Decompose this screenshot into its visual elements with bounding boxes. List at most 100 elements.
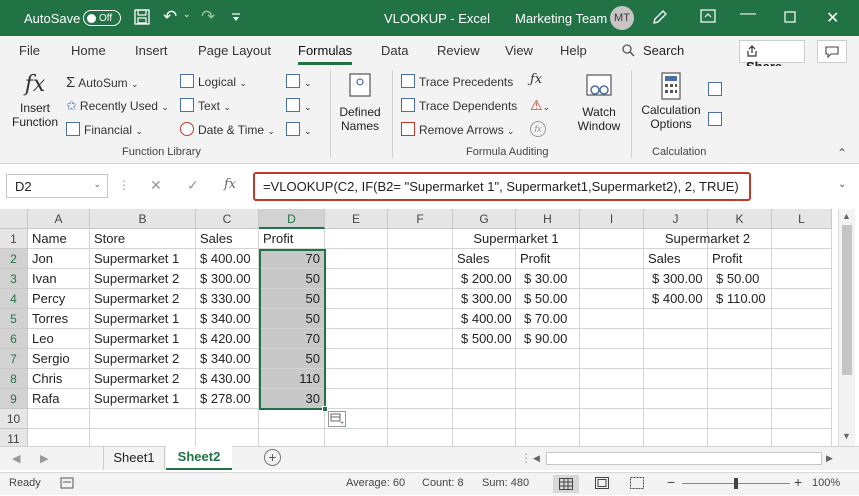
tab-sheet2[interactable]: Sheet2 [166,446,232,470]
add-sheet-icon[interactable]: + [264,449,281,466]
row-header-5[interactable]: 5 [0,309,28,329]
lookup-table-cell[interactable]: $ 300.00 [453,289,516,309]
cell[interactable] [388,229,453,249]
table-header[interactable]: Store [90,229,196,249]
cell[interactable] [388,329,453,349]
scroll-right-icon[interactable]: ▶ [40,452,48,465]
cell[interactable] [772,309,832,329]
trace-dependents-button[interactable]: Trace Dependents [401,98,517,113]
cell[interactable] [453,389,516,409]
maximize-icon[interactable] [784,10,796,27]
search-box[interactable]: Search [622,43,684,58]
cell[interactable] [388,249,453,269]
cell[interactable] [325,389,388,409]
column-header-i[interactable]: I [580,209,644,229]
row-header-8[interactable]: 8 [0,369,28,389]
accessibility-icon[interactable] [60,476,74,493]
pen-icon[interactable] [651,8,669,30]
lookup-table-title[interactable]: Supermarket 2 [644,229,772,249]
lookup-table-cell[interactable]: $ 300.00 [644,269,708,289]
lookup-table-cell[interactable]: $ 200.00 [453,269,516,289]
table-cell[interactable]: 50 [259,349,325,369]
insert-function-icon[interactable]: fx [224,177,236,192]
table-cell[interactable]: Supermarket 2 [90,349,196,369]
tab-insert[interactable]: Insert [135,43,168,58]
evaluate-formula-icon[interactable]: fx [530,121,546,137]
cell[interactable] [259,409,325,429]
table-cell[interactable]: $ 278.00 [196,389,259,409]
table-cell[interactable]: 50 [259,269,325,289]
table-cell[interactable]: Supermarket 1 [90,309,196,329]
cell[interactable] [644,409,708,429]
avatar[interactable]: MT [610,6,634,30]
formula-input[interactable]: =VLOOKUP(C2, IF(B2= "Supermarket 1", Sup… [253,172,751,201]
lookup-table-cell[interactable]: $ 110.00 [708,289,772,309]
scroll-left-icon[interactable]: ◀ [12,452,20,465]
remove-arrows-button[interactable]: Remove Arrows ⌄ [401,122,515,137]
column-header-e[interactable]: E [325,209,388,229]
cell[interactable] [388,309,453,329]
column-header-k[interactable]: K [708,209,772,229]
text-button[interactable]: Text ⌄ [180,98,231,113]
lookup-table-cell[interactable]: $ 30.00 [516,269,580,289]
scroll-up-icon[interactable]: ▲ [842,211,851,221]
cell[interactable] [325,269,388,289]
cell[interactable] [772,389,832,409]
row-header-3[interactable]: 3 [0,269,28,289]
zoom-slider-handle[interactable] [734,478,738,489]
table-header[interactable]: Sales [196,229,259,249]
table-cell[interactable]: Ivan [28,269,90,289]
logical-button[interactable]: Logical ⌄ [180,74,247,89]
cell[interactable] [772,369,832,389]
table-cell[interactable]: 110 [259,369,325,389]
autosave-toggle[interactable]: Off [83,10,121,26]
zoom-out-icon[interactable]: − [667,474,675,490]
lookup-table-header[interactable]: Profit [708,249,772,269]
cell[interactable] [580,229,644,249]
column-header-b[interactable]: B [90,209,196,229]
cell[interactable] [580,369,644,389]
cell[interactable] [644,349,708,369]
table-cell[interactable]: Supermarket 1 [90,389,196,409]
cell[interactable] [196,409,259,429]
autosum-button[interactable]: Σ AutoSum ⌄ [66,74,139,91]
cell[interactable] [516,389,580,409]
save-icon[interactable] [134,9,150,29]
tab-view[interactable]: View [505,43,533,58]
tab-review[interactable]: Review [437,43,480,58]
row-header-10[interactable]: 10 [0,409,28,429]
select-all-corner[interactable] [0,209,28,229]
minimize-icon[interactable]: — [740,5,756,23]
cell[interactable] [580,269,644,289]
row-header-6[interactable]: 6 [0,329,28,349]
tab-sheet1[interactable]: Sheet1 [103,447,165,470]
table-cell[interactable]: Supermarket 1 [90,329,196,349]
table-cell[interactable]: $ 340.00 [196,349,259,369]
table-cell[interactable]: Supermarket 2 [90,369,196,389]
table-cell[interactable]: Supermarket 1 [90,249,196,269]
customize-qat-icon[interactable] [230,11,242,28]
tab-split-icon[interactable]: ⋮ [520,451,532,465]
cell[interactable] [644,329,708,349]
cell[interactable] [325,309,388,329]
cell[interactable] [772,349,832,369]
insert-function-button[interactable]: fx Insert Function [10,72,60,129]
show-formulas-icon[interactable]: ƒx [530,72,542,87]
collapse-ribbon-icon[interactable]: ⌃ [837,146,847,160]
share-button[interactable]: Share [739,40,805,74]
tab-home[interactable]: Home [71,43,106,58]
comments-button[interactable] [817,40,847,63]
row-header-7[interactable]: 7 [0,349,28,369]
column-header-l[interactable]: L [772,209,832,229]
cell[interactable] [453,369,516,389]
cell[interactable] [325,329,388,349]
cell[interactable] [325,369,388,389]
cell[interactable] [772,249,832,269]
table-cell[interactable]: 50 [259,309,325,329]
table-cell[interactable]: Leo [28,329,90,349]
cell[interactable] [388,269,453,289]
ribbon-display-icon[interactable] [700,8,716,28]
undo-dropdown-icon[interactable]: ⌄ [183,9,191,20]
cell[interactable] [644,389,708,409]
lookup-table-header[interactable]: Profit [516,249,580,269]
